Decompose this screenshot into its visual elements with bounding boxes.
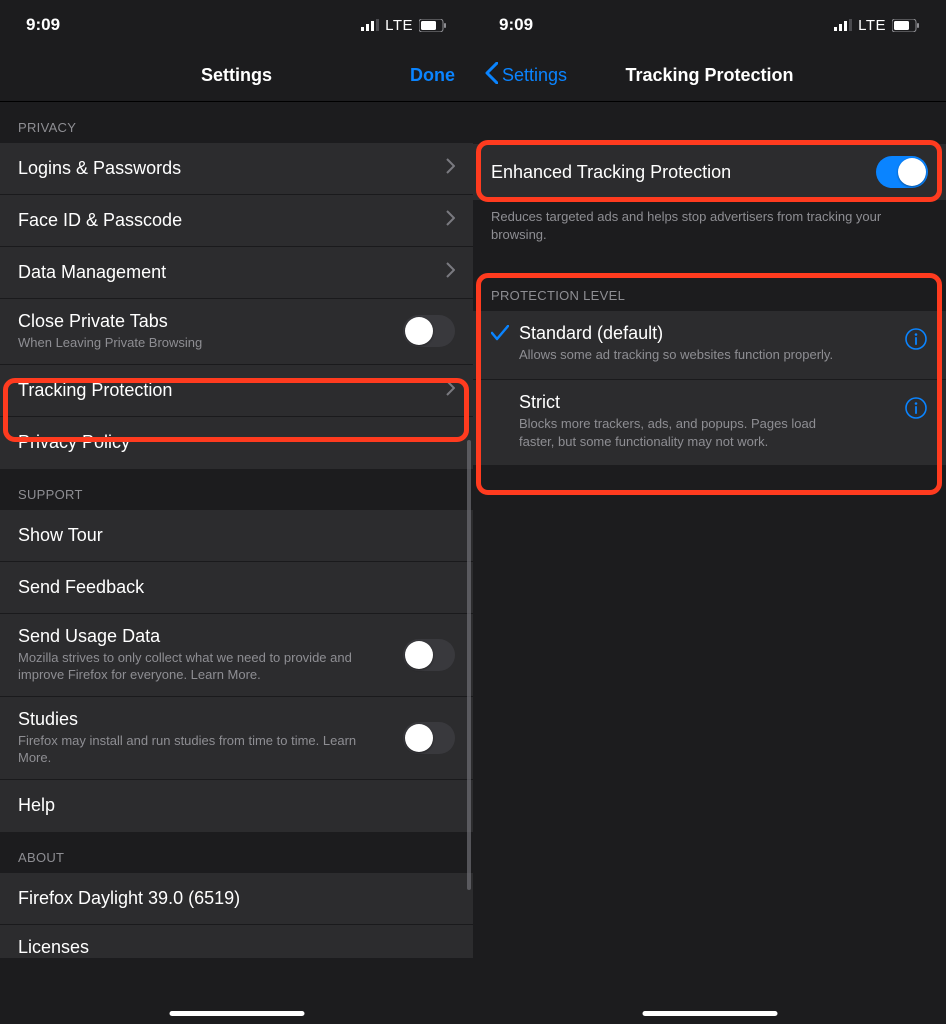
battery-icon	[419, 19, 447, 32]
close-private-tabs-toggle[interactable]	[403, 315, 455, 347]
chevron-right-icon	[446, 158, 455, 179]
cell-label: Face ID & Passcode	[18, 210, 182, 231]
row-tracking-protection[interactable]: Tracking Protection	[0, 365, 473, 417]
cell-label: Send Usage Data	[18, 626, 368, 647]
etp-toggle[interactable]	[876, 156, 928, 188]
done-button[interactable]: Done	[410, 50, 455, 101]
row-show-tour[interactable]: Show Tour	[0, 510, 473, 562]
row-enhanced-tracking-protection[interactable]: Enhanced Tracking Protection	[473, 144, 946, 200]
status-bar: 9:09 LTE	[0, 0, 473, 50]
cell-label: Tracking Protection	[18, 380, 172, 401]
back-label: Settings	[502, 65, 567, 86]
privacy-list: Logins & Passwords Face ID & Passcode Da…	[0, 143, 473, 469]
row-data-management[interactable]: Data Management	[0, 247, 473, 299]
network-label: LTE	[858, 17, 886, 34]
status-time: 9:09	[499, 15, 533, 35]
navbar-tracking: Settings Tracking Protection	[473, 50, 946, 102]
option-strict[interactable]: Strict Blocks more trackers, ads, and po…	[473, 380, 946, 465]
section-header-about: ABOUT	[0, 832, 473, 873]
cell-label: Close Private Tabs	[18, 311, 202, 332]
chevron-left-icon	[485, 62, 498, 89]
home-indicator[interactable]	[169, 1011, 304, 1016]
etp-footer: Reduces targeted ads and helps stop adve…	[473, 200, 946, 258]
settings-pane: 9:09 LTE Settings Done PRIVACY Logins & …	[0, 0, 473, 1024]
cell-label: Show Tour	[18, 525, 103, 546]
option-desc: Allows some ad tracking so websites func…	[519, 346, 849, 364]
status-bar: 9:09 LTE	[473, 0, 946, 50]
row-logins-passwords[interactable]: Logins & Passwords	[0, 143, 473, 195]
cell-label: Studies	[18, 709, 368, 730]
nav-title: Settings	[201, 65, 272, 86]
chevron-right-icon	[446, 262, 455, 283]
info-icon	[904, 396, 928, 425]
scrollbar[interactable]	[467, 440, 471, 890]
cell-sublabel: Firefox may install and run studies from…	[18, 732, 368, 767]
cell-label: Licenses	[18, 937, 89, 958]
status-time: 9:09	[26, 15, 60, 35]
home-indicator[interactable]	[642, 1011, 777, 1016]
send-usage-toggle[interactable]	[403, 639, 455, 671]
nav-title: Tracking Protection	[625, 65, 793, 86]
option-standard[interactable]: Standard (default) Allows some ad tracki…	[473, 311, 946, 379]
etp-list: Enhanced Tracking Protection	[473, 144, 946, 200]
section-header-protection-level: PROTECTION LEVEL	[473, 258, 946, 311]
option-title: Standard (default)	[519, 323, 896, 344]
cell-label: Firefox Daylight 39.0 (6519)	[18, 888, 240, 909]
network-label: LTE	[385, 17, 413, 34]
support-list: Show Tour Send Feedback Send Usage Data …	[0, 510, 473, 832]
chevron-right-icon	[446, 380, 455, 401]
signal-icon	[361, 19, 379, 31]
cell-label: Data Management	[18, 262, 166, 283]
row-close-private-tabs[interactable]: Close Private Tabs When Leaving Private …	[0, 299, 473, 365]
back-button[interactable]: Settings	[485, 50, 567, 101]
row-privacy-policy[interactable]: Privacy Policy	[0, 417, 473, 469]
cell-label: Logins & Passwords	[18, 158, 181, 179]
row-licenses[interactable]: Licenses	[0, 925, 473, 958]
checkmark-icon	[491, 328, 509, 345]
cell-label: Privacy Policy	[18, 432, 130, 453]
protection-level-list: Standard (default) Allows some ad tracki…	[473, 311, 946, 465]
about-list: Firefox Daylight 39.0 (6519) Licenses	[0, 873, 473, 958]
chevron-right-icon	[446, 210, 455, 231]
info-button-standard[interactable]	[904, 323, 928, 356]
tracking-protection-pane: 9:09 LTE Settings Tracking Protection En…	[473, 0, 946, 1024]
studies-toggle[interactable]	[403, 722, 455, 754]
battery-icon	[892, 19, 920, 32]
option-title: Strict	[519, 392, 896, 413]
info-button-strict[interactable]	[904, 392, 928, 425]
cell-sublabel: When Leaving Private Browsing	[18, 334, 202, 352]
row-help[interactable]: Help	[0, 780, 473, 832]
navbar-settings: Settings Done	[0, 50, 473, 102]
cell-label: Enhanced Tracking Protection	[491, 162, 731, 183]
signal-icon	[834, 19, 852, 31]
cell-label: Help	[18, 795, 55, 816]
info-icon	[904, 327, 928, 356]
option-desc: Blocks more trackers, ads, and popups. P…	[519, 415, 849, 451]
row-studies[interactable]: Studies Firefox may install and run stud…	[0, 697, 473, 780]
cell-sublabel: Mozilla strives to only collect what we …	[18, 649, 368, 684]
section-header-support: SUPPORT	[0, 469, 473, 510]
row-send-usage-data[interactable]: Send Usage Data Mozilla strives to only …	[0, 614, 473, 697]
section-header-privacy: PRIVACY	[0, 102, 473, 143]
row-send-feedback[interactable]: Send Feedback	[0, 562, 473, 614]
cell-label: Send Feedback	[18, 577, 144, 598]
row-faceid-passcode[interactable]: Face ID & Passcode	[0, 195, 473, 247]
row-version[interactable]: Firefox Daylight 39.0 (6519)	[0, 873, 473, 925]
